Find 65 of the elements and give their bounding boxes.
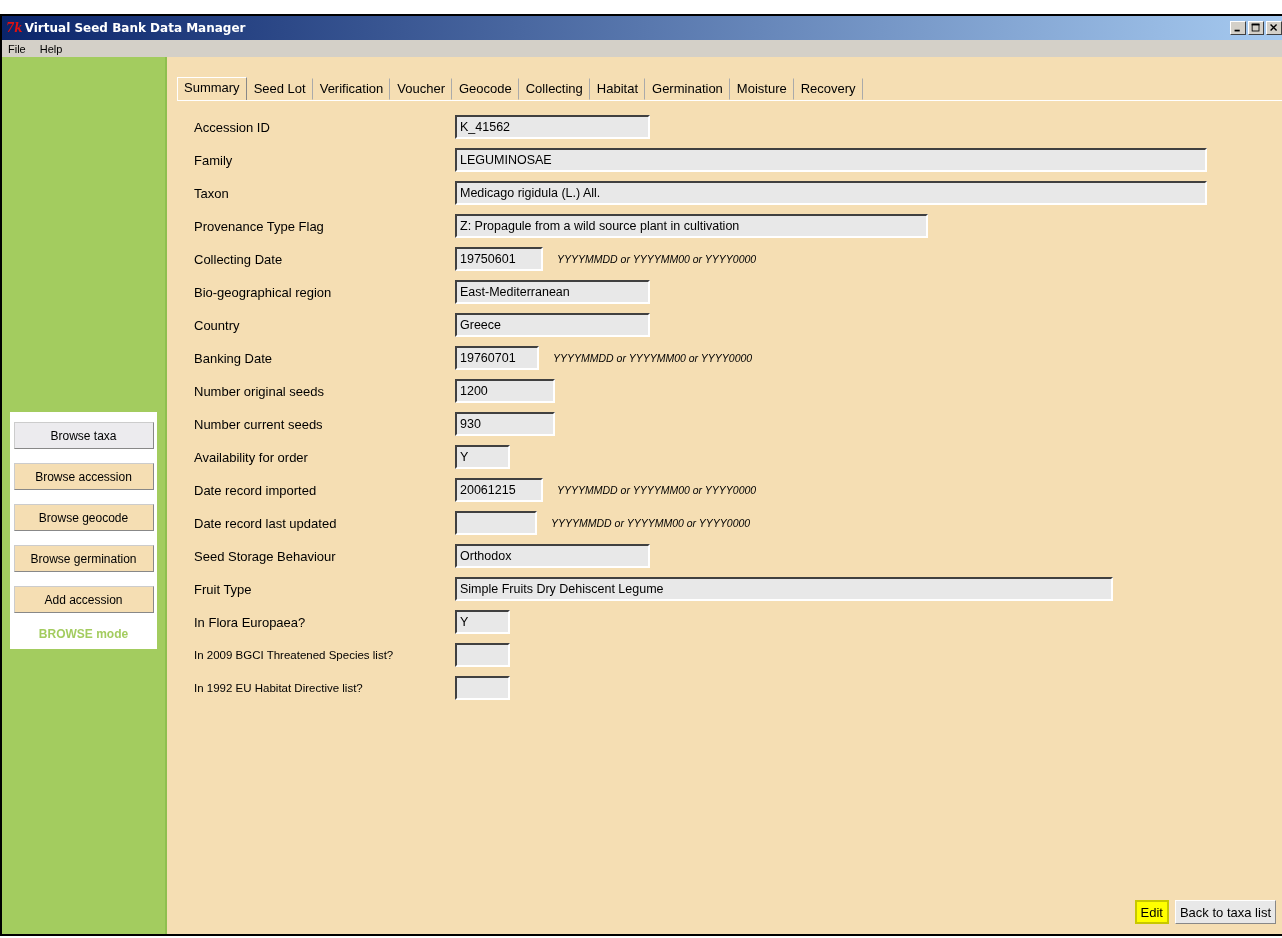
tab[interactable]: Recovery <box>793 78 863 100</box>
input-field[interactable]: LEGUMINOSAE <box>455 148 1207 172</box>
input-field[interactable]: 19760701 <box>455 346 539 370</box>
mode-label: BROWSE mode <box>38 627 129 641</box>
field-label: In 2009 BGCI Threatened Species list? <box>194 649 395 661</box>
maximize-button[interactable] <box>1248 21 1264 35</box>
input-field[interactable]: Simple Fruits Dry Dehiscent Legume <box>455 577 1113 601</box>
field-label: Availability for order <box>194 449 309 465</box>
field-label: Taxon <box>194 185 230 201</box>
field-label: Country <box>194 317 241 333</box>
input-field[interactable] <box>455 511 537 535</box>
browse-button[interactable]: Browse geocode <box>13 504 154 531</box>
input-field[interactable]: Y <box>455 610 510 634</box>
tab[interactable]: Collecting <box>518 78 590 100</box>
field-label: In 1992 EU Habitat Directive list? <box>194 682 364 694</box>
tab[interactable]: Moisture <box>729 78 794 100</box>
input-field[interactable]: Y <box>455 445 510 469</box>
input-field[interactable]: Orthodox <box>455 544 650 568</box>
browse-button[interactable]: Browse taxa <box>13 422 154 449</box>
format-hint: YYYYMMDD or YYYYMM00 or YYYY0000 <box>557 484 757 496</box>
minimize-button[interactable] <box>1230 21 1246 35</box>
field-label: Fruit Type <box>194 581 253 597</box>
tab[interactable]: Summary <box>177 77 247 100</box>
field-label: Number original seeds <box>194 383 326 399</box>
browse-button[interactable]: Browse germination <box>13 545 154 572</box>
field-label: Accession ID <box>194 119 271 135</box>
input-field[interactable] <box>455 643 510 667</box>
input-field[interactable]: 19750601 <box>455 247 543 271</box>
input-field[interactable]: K_41562 <box>455 115 650 139</box>
input-field[interactable]: 930 <box>455 412 555 436</box>
field-label: In Flora Europaea? <box>194 614 307 630</box>
edit-button[interactable]: Edit <box>1134 900 1169 924</box>
input-field[interactable]: Z: Propagule from a wild source plant in cultivation <box>455 214 928 238</box>
field-label: Collecting Date <box>194 251 284 267</box>
field-label: Number current seeds <box>194 416 324 432</box>
field-label: Date record imported <box>194 482 318 498</box>
close-button[interactable] <box>1266 21 1282 35</box>
tab[interactable]: Voucher <box>390 78 452 100</box>
field-label: Banking Date <box>194 350 274 366</box>
menu-item[interactable]: File <box>8 42 26 55</box>
input-field[interactable]: 20061215 <box>455 478 543 502</box>
window-title: Virtual Seed Bank Data Manager <box>24 21 247 35</box>
tab[interactable]: Geocode <box>451 78 519 100</box>
format-hint: YYYYMMDD or YYYYMM00 or YYYY0000 <box>557 253 757 265</box>
input-field[interactable]: Greece <box>455 313 650 337</box>
input-field[interactable]: Medicago rigidula (L.) All. <box>455 181 1207 205</box>
input-field[interactable] <box>455 676 510 700</box>
tab[interactable]: Germination <box>645 78 730 100</box>
menu-item[interactable]: Help <box>39 42 63 55</box>
format-hint: YYYYMMDD or YYYYMM00 or YYYY0000 <box>551 517 751 529</box>
app-logo: 7k <box>6 21 23 35</box>
format-hint: YYYYMMDD or YYYYMM00 or YYYY0000 <box>553 352 753 364</box>
field-label: Seed Storage Behaviour <box>194 548 337 564</box>
input-field[interactable]: East-Mediterranean <box>455 280 650 304</box>
input-field[interactable]: 1200 <box>455 379 555 403</box>
tab[interactable]: Verification <box>312 78 391 100</box>
browse-button[interactable]: Browse accession <box>13 463 154 490</box>
field-label: Date record last updated <box>194 515 338 531</box>
field-label: Family <box>194 152 234 168</box>
field-label: Provenance Type Flag <box>194 218 325 234</box>
back-button[interactable]: Back to taxa list <box>1174 900 1276 924</box>
browse-button[interactable]: Add accession <box>13 586 154 613</box>
tab[interactable]: Seed Lot <box>246 78 313 100</box>
tab[interactable]: Habitat <box>589 78 646 100</box>
field-label: Bio-geographical region <box>194 284 333 300</box>
